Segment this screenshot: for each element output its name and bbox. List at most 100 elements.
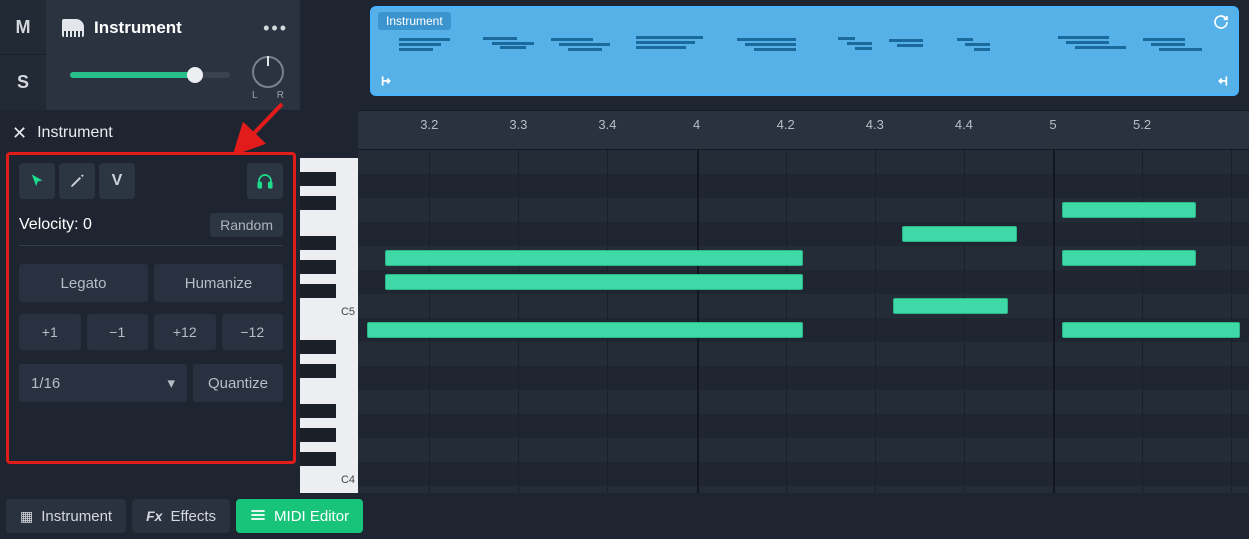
- grid-row: [358, 150, 1249, 174]
- track-name: Instrument: [94, 18, 182, 38]
- overview-note: [568, 48, 602, 51]
- track-more-button[interactable]: •••: [263, 18, 288, 39]
- ruler-tick: 3.4: [598, 117, 616, 132]
- piano-roll-grid[interactable]: [358, 150, 1249, 493]
- overview-note: [500, 46, 525, 49]
- overview-note: [889, 39, 923, 42]
- midi-note[interactable]: [1062, 322, 1240, 338]
- octave-label: C5: [341, 306, 355, 318]
- overview-note: [745, 43, 796, 46]
- bottom-tabs: ▦ Instrument Fx Effects MIDI Editor: [6, 499, 363, 533]
- transpose-up-12-button[interactable]: +12: [154, 314, 216, 350]
- close-icon[interactable]: ✕: [12, 123, 27, 144]
- black-key[interactable]: [300, 452, 336, 466]
- mute-button[interactable]: M: [0, 0, 46, 55]
- solo-button[interactable]: S: [0, 55, 46, 110]
- tab-instrument[interactable]: ▦ Instrument: [6, 499, 126, 533]
- black-key[interactable]: [300, 236, 336, 250]
- overview-note: [1075, 46, 1126, 49]
- tab-midi-editor[interactable]: MIDI Editor: [236, 499, 363, 533]
- black-key[interactable]: [300, 340, 336, 354]
- volume-thumb[interactable]: [187, 67, 203, 83]
- grid-icon: ▦: [20, 508, 33, 525]
- grid-row: [358, 342, 1249, 366]
- overview-note: [754, 48, 796, 51]
- midi-note[interactable]: [893, 298, 1009, 314]
- pan-knob[interactable]: L R: [250, 56, 286, 92]
- overview-note: [1159, 48, 1201, 51]
- velocity-label: Velocity: 0: [19, 216, 92, 234]
- ruler-tick: 3.2: [420, 117, 438, 132]
- black-key[interactable]: [300, 196, 336, 210]
- overview-note: [855, 47, 872, 50]
- midi-note[interactable]: [385, 250, 804, 266]
- grid-row: [358, 414, 1249, 438]
- black-key[interactable]: [300, 284, 336, 298]
- overview-note: [483, 37, 517, 40]
- quantize-button[interactable]: Quantize: [193, 364, 283, 402]
- grid-row: [358, 294, 1249, 318]
- grid-line: [875, 150, 876, 493]
- midi-note[interactable]: [367, 322, 804, 338]
- ruler-tick: 3.3: [509, 117, 527, 132]
- velocity-tool-button[interactable]: V: [99, 163, 135, 199]
- humanize-button[interactable]: Humanize: [154, 264, 283, 302]
- overview-note: [1058, 36, 1109, 39]
- grid-row: [358, 366, 1249, 390]
- overview-note: [636, 41, 695, 44]
- black-key[interactable]: [300, 428, 336, 442]
- overview-note: [551, 38, 593, 41]
- grid-row: [358, 174, 1249, 198]
- pan-left-label: L: [252, 90, 258, 101]
- transpose-up-1-button[interactable]: +1: [19, 314, 81, 350]
- overview-note: [957, 38, 974, 41]
- transpose-down-12-button[interactable]: −12: [222, 314, 284, 350]
- midi-note[interactable]: [1062, 202, 1196, 218]
- overview-note: [399, 43, 441, 46]
- overview-note: [636, 46, 687, 49]
- grid-row: [358, 438, 1249, 462]
- clip-overview[interactable]: Instrument: [370, 6, 1239, 96]
- overview-note: [847, 42, 872, 45]
- pencil-tool-button[interactable]: [59, 163, 95, 199]
- black-key[interactable]: [300, 260, 336, 274]
- clip-overview-label: Instrument: [378, 12, 451, 30]
- audition-button[interactable]: [247, 163, 283, 199]
- ruler-tick: 4.3: [866, 117, 884, 132]
- overview-note: [399, 48, 433, 51]
- midi-note[interactable]: [902, 226, 1018, 242]
- overview-note: [1143, 38, 1185, 41]
- overview-note: [492, 42, 534, 45]
- volume-slider[interactable]: [70, 72, 230, 78]
- refresh-icon[interactable]: [1211, 12, 1231, 32]
- overview-note: [897, 44, 922, 47]
- midi-note[interactable]: [1062, 250, 1196, 266]
- overview-note: [1151, 43, 1185, 46]
- black-key[interactable]: [300, 172, 336, 186]
- timeline-ruler[interactable]: 3.23.33.444.24.34.455.2: [358, 110, 1249, 150]
- transpose-down-1-button[interactable]: −1: [87, 314, 149, 350]
- quantize-value-select[interactable]: 1/16 ▾: [19, 364, 187, 402]
- midi-note[interactable]: [385, 274, 804, 290]
- ruler-tick: 5: [1049, 117, 1056, 132]
- ruler-tick: 4.4: [955, 117, 973, 132]
- mute-solo-column: M S: [0, 0, 46, 110]
- legato-button[interactable]: Legato: [19, 264, 148, 302]
- editor-panel-title: Instrument: [37, 124, 113, 142]
- clip-start-handle[interactable]: [376, 72, 394, 90]
- clip-end-handle[interactable]: [1215, 72, 1233, 90]
- pointer-tool-button[interactable]: [19, 163, 55, 199]
- overview-note: [1066, 41, 1108, 44]
- black-key[interactable]: [300, 364, 336, 378]
- random-button[interactable]: Random: [210, 213, 283, 237]
- black-key[interactable]: [300, 404, 336, 418]
- grid-row: [358, 486, 1249, 493]
- overview-note: [974, 48, 991, 51]
- track-header: M S Instrument ••• L R: [0, 0, 300, 110]
- grid-row: [358, 462, 1249, 486]
- piano-keyboard[interactable]: C5C4: [300, 150, 358, 493]
- fx-icon: Fx: [146, 508, 162, 524]
- overview-note: [559, 43, 610, 46]
- grid-row: [358, 390, 1249, 414]
- tab-effects[interactable]: Fx Effects: [132, 499, 230, 533]
